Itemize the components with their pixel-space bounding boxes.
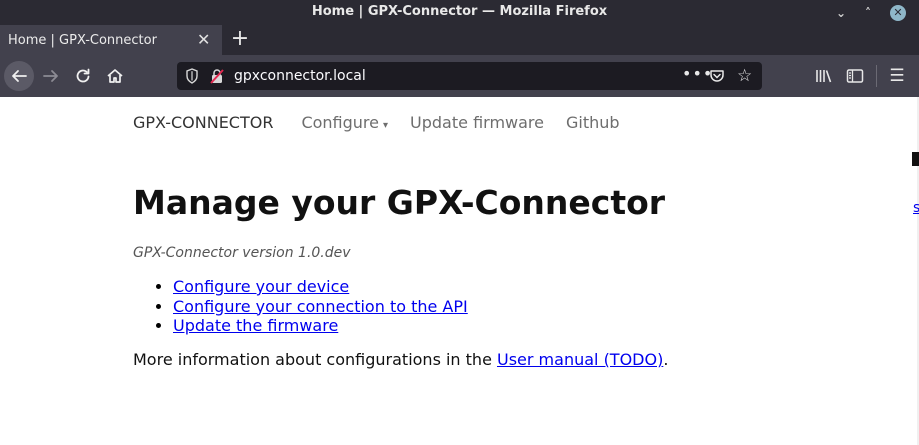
tab-label: Home | GPX-Connector xyxy=(8,33,157,48)
nav-update-firmware-link[interactable]: Update firmware xyxy=(410,113,544,132)
right-edge-link-fragment: s xyxy=(913,200,919,216)
reload-icon xyxy=(76,68,90,83)
info-paragraph: More information about configurations in… xyxy=(133,350,668,369)
configure-device-link[interactable]: Configure your device xyxy=(173,277,349,296)
sidebar-icon xyxy=(846,69,864,83)
back-arrow-icon xyxy=(12,70,27,82)
info-text: More information about configurations in… xyxy=(133,350,497,369)
forward-button[interactable] xyxy=(36,61,66,91)
version-text: GPX-Connector version 1.0.dev xyxy=(133,245,351,261)
navigation-toolbar: gpxconnector.local ••• ☆ ☰ xyxy=(0,55,919,97)
new-tab-button[interactable]: + xyxy=(229,26,251,52)
url-text[interactable]: gpxconnector.local xyxy=(234,68,366,84)
home-button[interactable] xyxy=(100,61,130,91)
open-menu-button[interactable]: ☰ xyxy=(883,61,911,91)
reload-button[interactable] xyxy=(68,61,98,91)
caret-down-icon: ▾ xyxy=(383,120,389,131)
tab-close-icon[interactable]: ✕ xyxy=(197,30,210,49)
list-item: Configure your connection to the API xyxy=(173,297,468,317)
nav-configure-dropdown[interactable]: Configure ▾ xyxy=(301,113,388,132)
info-period: . xyxy=(663,350,669,369)
site-navbar: GPX-CONNECTOR Configure ▾ Update firmware… xyxy=(133,113,642,132)
list-item: Update the firmware xyxy=(173,316,468,336)
home-icon xyxy=(107,69,123,83)
sidebar-button[interactable] xyxy=(841,61,869,91)
pocket-icon[interactable] xyxy=(709,68,725,84)
tab-home[interactable]: Home | GPX-Connector ✕ xyxy=(0,25,222,55)
configure-api-link[interactable]: Configure your connection to the API xyxy=(173,297,468,316)
hamburger-menu-icon: ☰ xyxy=(889,66,905,86)
list-item: Configure your device xyxy=(173,277,468,297)
library-icon xyxy=(816,70,832,83)
site-brand-link[interactable]: GPX-CONNECTOR xyxy=(133,113,273,132)
right-edge-fragment xyxy=(912,152,919,166)
action-links-list: Configure your device Configure your con… xyxy=(173,277,468,336)
toolbar-separator xyxy=(876,65,877,87)
nav-github-link[interactable]: Github xyxy=(566,113,620,132)
nav-configure-label: Configure xyxy=(301,113,379,132)
bookmark-star-icon[interactable]: ☆ xyxy=(737,66,752,86)
update-firmware-link[interactable]: Update the firmware xyxy=(173,316,338,335)
forward-arrow-icon xyxy=(43,70,58,82)
maximize-button[interactable]: ˄ xyxy=(855,0,881,25)
maximize-icon: ˄ xyxy=(865,5,871,20)
library-button[interactable] xyxy=(810,61,838,91)
back-button[interactable] xyxy=(4,61,34,91)
close-icon: ✕ xyxy=(890,4,906,21)
minimize-icon: ⌄ xyxy=(835,5,847,20)
window-title: Home | GPX-Connector — Mozilla Firefox xyxy=(311,4,608,19)
tab-strip: Home | GPX-Connector ✕ + xyxy=(0,25,919,55)
page-content: GPX-CONNECTOR Configure ▾ Update firmware… xyxy=(0,97,919,445)
close-window-button[interactable]: ✕ xyxy=(885,0,911,25)
user-manual-link[interactable]: User manual (TODO) xyxy=(497,350,663,369)
minimize-button[interactable]: ⌄ xyxy=(828,0,854,25)
window-titlebar: Home | GPX-Connector — Mozilla Firefox ⌄… xyxy=(0,0,919,25)
insecure-lock-icon[interactable] xyxy=(210,68,224,84)
tracking-shield-icon[interactable] xyxy=(185,68,199,84)
page-title: Manage your GPX-Connector xyxy=(133,183,666,222)
address-bar[interactable]: gpxconnector.local ••• ☆ xyxy=(177,62,762,90)
